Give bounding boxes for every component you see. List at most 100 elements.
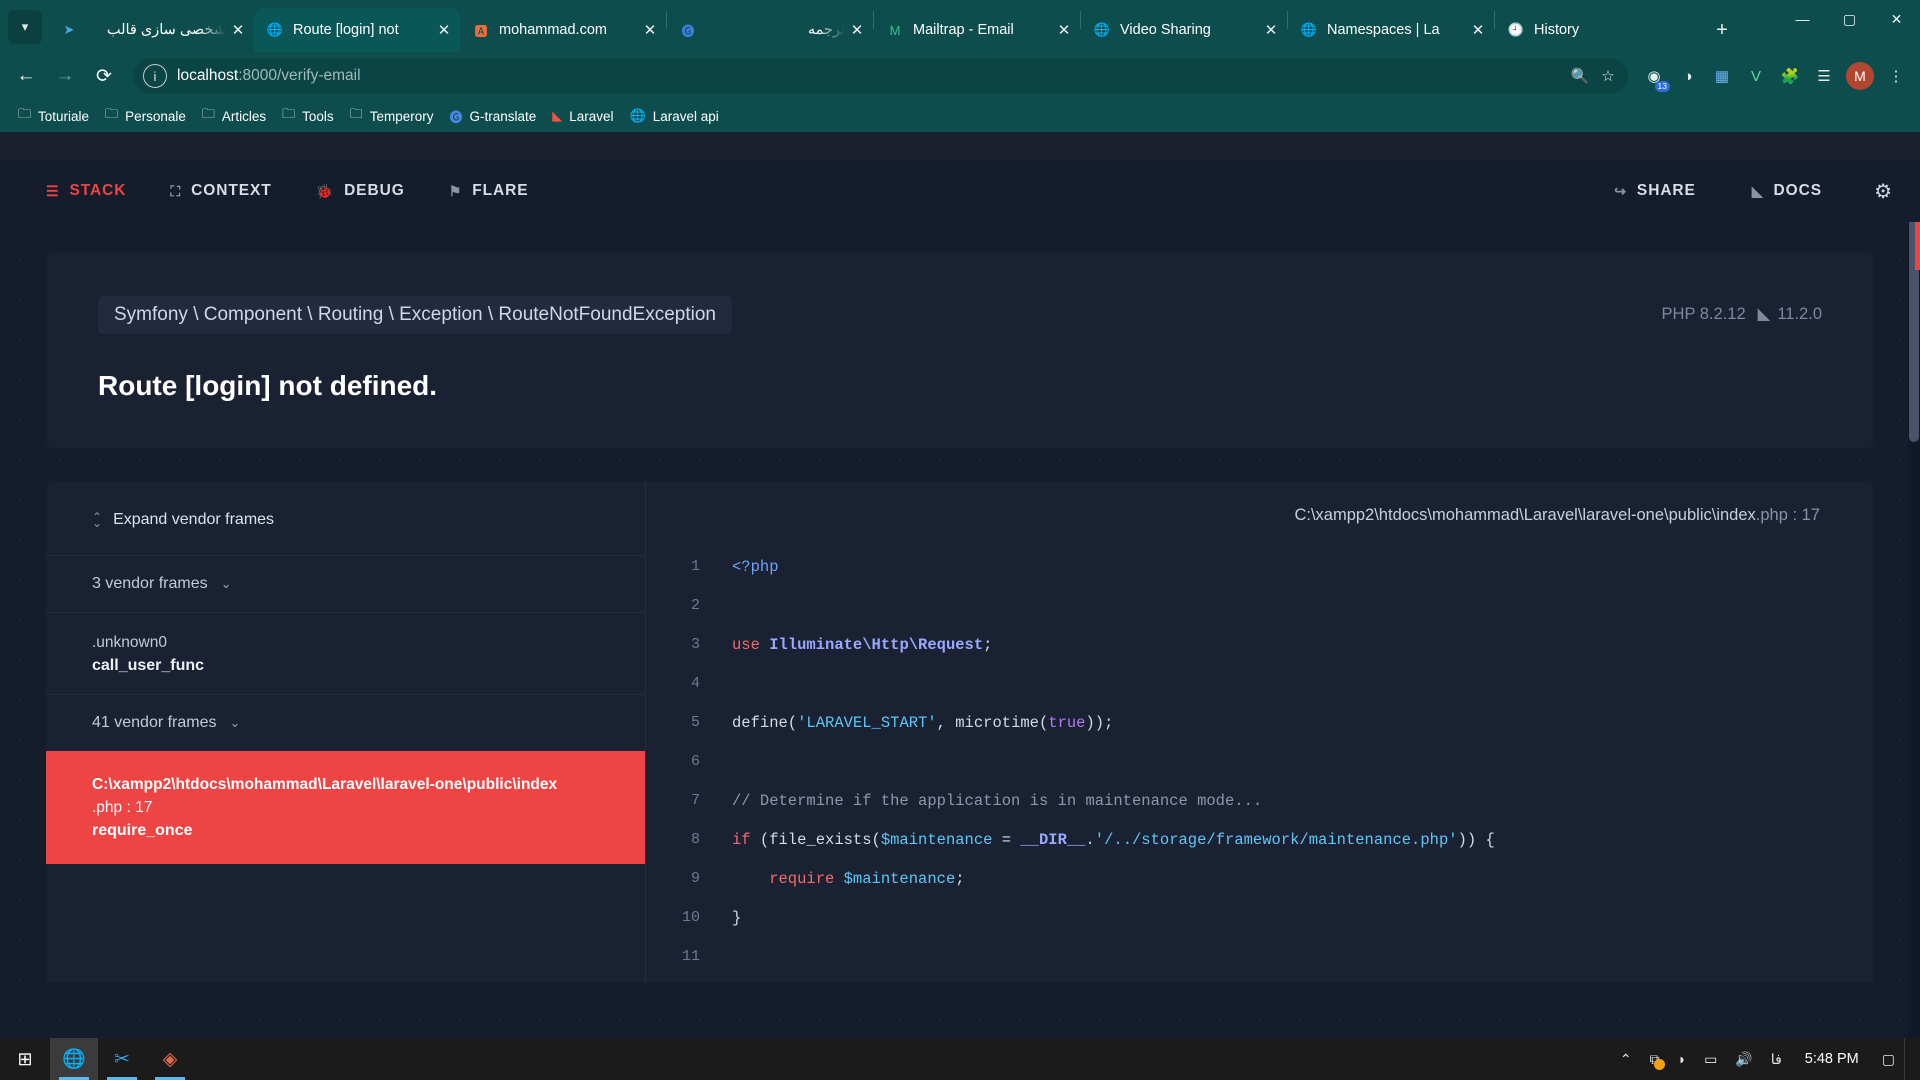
expand-vendor-frames-button[interactable]: ⌃ ⌄ Expand vendor frames [92, 511, 274, 529]
share-arrow-icon: ↪ [1614, 182, 1627, 199]
close-icon[interactable]: ✕ [1466, 18, 1490, 42]
new-tab-button[interactable]: + [1707, 15, 1737, 45]
tab-debug[interactable]: 🐞 DEBUG [316, 182, 405, 200]
tab-context[interactable]: ⛶ CONTEXT [170, 182, 271, 200]
gear-icon[interactable]: ⚙ [1874, 179, 1892, 204]
profile-sync-icon[interactable]: ◑ [1672, 60, 1704, 92]
back-button[interactable]: ← [8, 58, 44, 94]
extensions-puzzle-icon[interactable]: 🧩 [1774, 60, 1806, 92]
windows-start-icon[interactable]: ⊞ [0, 1038, 50, 1080]
tab-label: STACK [69, 182, 127, 199]
show-hidden-icons-chevron[interactable]: ⌃ [1611, 1038, 1641, 1080]
minimize-button[interactable]: — [1779, 0, 1826, 38]
code-lines[interactable]: 1 <?php 2 3 use Illuminate\Http\Request; 4 5 de… [646, 547, 1874, 976]
browser-tab[interactable]: 🕘 History [1495, 8, 1701, 52]
bookmark-personale[interactable]: 🗀 Personale [97, 102, 194, 130]
forward-button[interactable]: → [47, 58, 83, 94]
onedrive-sync-icon[interactable]: ⧉ [1641, 1038, 1669, 1080]
reload-button[interactable]: ⟳ [86, 58, 122, 94]
frame-path-line: .php : 17 [92, 798, 153, 816]
tab-title: Video Sharing [1120, 22, 1211, 38]
avatar[interactable]: M [1846, 62, 1874, 90]
vendor-frames-group[interactable]: 41 vendor frames ⌄ [46, 694, 645, 751]
line-code: define('LARAVEL_START', microtime(true))… [732, 713, 1114, 732]
vertical-dots-icon[interactable]: ⋮ [1880, 60, 1912, 92]
vue-devtools-icon[interactable]: V [1740, 60, 1772, 92]
bookmark-tools[interactable]: 🗀 Tools [274, 102, 342, 130]
close-icon[interactable]: ✕ [1052, 18, 1076, 42]
browser-tab[interactable]: 🅖 ترجمه ✕ [667, 8, 873, 52]
line-number: 5 [690, 714, 700, 731]
line-code: if (file_exists($maintenance = __DIR__.'… [732, 830, 1495, 849]
google-translate-icon: 🅖 [681, 23, 695, 39]
address-bar[interactable]: i localhost:8000/verify-email 🔍 ☆ [133, 58, 1628, 94]
google-translate-icon: 🅖 [449, 109, 463, 125]
bookmark-toturiale[interactable]: 🗀 Toturiale [10, 102, 97, 130]
close-window-button[interactable]: ✕ [1873, 0, 1920, 38]
docs-button[interactable]: ◣ DOCS [1752, 182, 1822, 200]
url-path: :8000/verify-email [238, 67, 361, 84]
page-scrollbar[interactable] [1908, 160, 1920, 1050]
battery-icon[interactable]: ▭ [1695, 1038, 1726, 1080]
frame-item[interactable]: .unknown0 call_user_func [46, 612, 645, 694]
vscode-icon[interactable]: ✂ [98, 1038, 146, 1080]
close-icon[interactable]: ✕ [226, 18, 250, 42]
reading-list-icon[interactable]: ☰ [1808, 60, 1840, 92]
browser-tab[interactable]: ➤ شخصی سازی قالب ✕ [48, 8, 254, 52]
exception-card: Symfony \ Component \ Routing \ Exceptio… [46, 252, 1874, 448]
tab-title: ترجمه [807, 22, 845, 38]
volume-icon[interactable]: 🔊 [1726, 1038, 1761, 1080]
frame-path: .unknown0 [92, 634, 167, 651]
tab-label: CONTEXT [191, 182, 272, 199]
extensions-count-icon[interactable]: ◉ 13 [1638, 60, 1670, 92]
bookmark-articles[interactable]: 🗀 Articles [194, 102, 274, 130]
folder-icon: 🗀 [282, 106, 296, 121]
bookmark-temperory[interactable]: 🗀 Temperory [342, 102, 442, 130]
browser-tab[interactable]: 🅰 mohammad.com ✕ [460, 8, 666, 52]
flare-navbar-right: ↪ SHARE ◣ DOCS ⚙ [1558, 179, 1892, 204]
tab-stack[interactable]: ☰ STACK [46, 182, 126, 200]
code-panel: C:\xampp2\htdocs\mohammad\Laravel\larave… [646, 482, 1874, 982]
bookmark-laravel[interactable]: ◣ Laravel [544, 105, 621, 127]
bookmark-laravel-api[interactable]: 🌐 Laravel api [622, 105, 727, 127]
code-line: 5 define('LARAVEL_START', microtime(true)… [646, 703, 1874, 742]
close-icon[interactable]: ✕ [845, 18, 869, 42]
analytics-extension-icon[interactable]: ▦ [1706, 60, 1738, 92]
vendor-frames-group[interactable]: 3 vendor frames ⌄ [46, 555, 645, 612]
browser-tab[interactable]: M Mailtrap - Email ✕ [874, 8, 1080, 52]
wifi-icon[interactable]: ◗ [1669, 1038, 1695, 1080]
close-icon[interactable]: ✕ [638, 18, 662, 42]
tab-flare[interactable]: ⚑ FLARE [449, 182, 529, 200]
browser-tab-active[interactable]: 🌐 Route [login] not ✕ [254, 8, 460, 52]
bookmark-label: Laravel [569, 108, 614, 124]
laravel-icon: ◣ [1757, 305, 1771, 323]
frame-item-selected[interactable]: C:\xampp2\htdocs\mohammad\Laravel\larave… [46, 751, 645, 865]
globe-icon: 🌐 [1093, 22, 1111, 37]
browser-tab[interactable]: 🌐 Namespaces | La ✕ [1288, 8, 1494, 52]
close-icon[interactable]: ✕ [1259, 18, 1283, 42]
globe-icon: 🌐 [629, 108, 646, 123]
sync-status-dot [1653, 1059, 1665, 1070]
show-desktop-button[interactable] [1904, 1038, 1914, 1080]
share-button[interactable]: ↪ SHARE [1614, 182, 1696, 200]
xampp-icon[interactable]: ◈ [146, 1038, 194, 1080]
zoom-search-icon[interactable]: 🔍 [1566, 62, 1594, 90]
browser-tab[interactable]: 🌐 Video Sharing ✕ [1081, 8, 1287, 52]
maximize-button[interactable]: ▢ [1826, 0, 1873, 38]
bookmark-g-translate[interactable]: 🅖 G-translate [441, 104, 544, 129]
tab-search-button[interactable]: ▾ [8, 10, 42, 44]
bookmark-label: Toturiale [38, 108, 90, 124]
code-line: 10} [646, 898, 1874, 937]
line-code: <?php [732, 557, 779, 576]
exception-message: Route [login] not defined. [98, 370, 438, 401]
action-center-icon[interactable]: ▢ [1873, 1038, 1904, 1080]
line-number: 1 [690, 558, 700, 575]
tab-label: FLARE [472, 182, 529, 199]
language-icon[interactable]: فا [1762, 1038, 1791, 1080]
star-icon[interactable]: ☆ [1594, 62, 1622, 90]
chrome-icon[interactable]: 🌐 [50, 1038, 98, 1080]
info-circle-icon[interactable]: i [143, 64, 167, 88]
line-number: 3 [690, 636, 700, 653]
close-icon[interactable]: ✕ [432, 18, 456, 42]
clock[interactable]: 5:48 PM [1791, 1051, 1873, 1067]
